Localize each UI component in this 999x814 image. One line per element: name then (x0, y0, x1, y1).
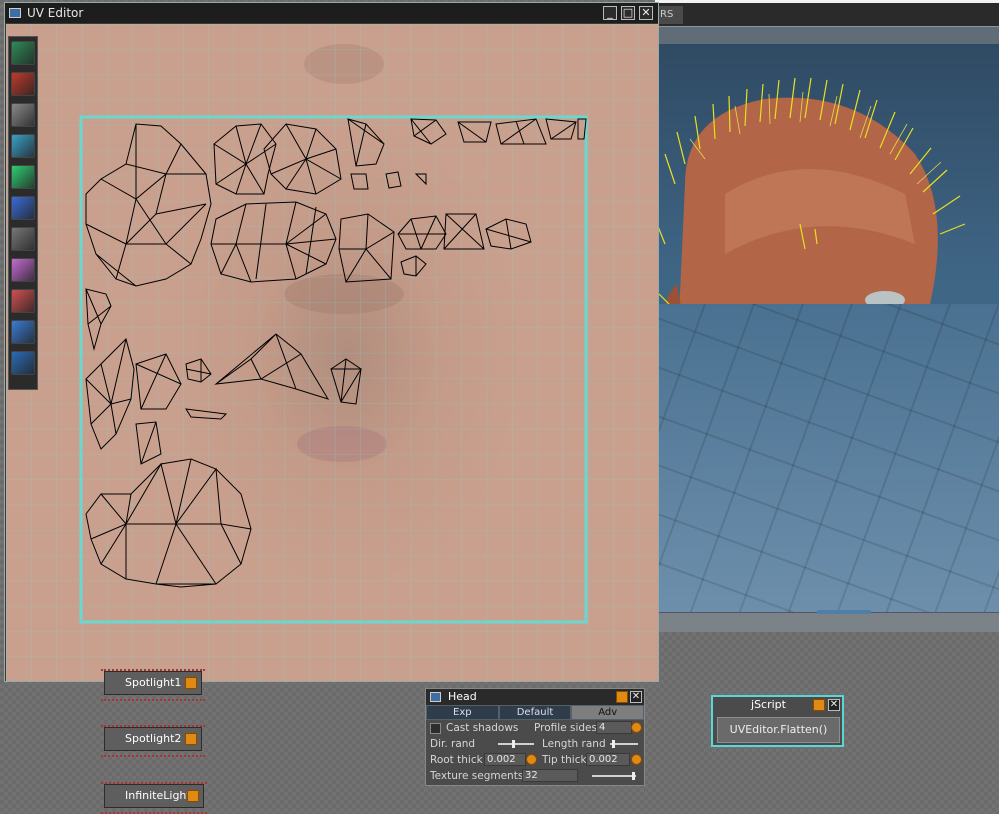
floor-grid (655, 304, 999, 612)
tab-adv[interactable]: Adv (571, 705, 645, 720)
row-texture-segments: Texture segments 32 (426, 768, 644, 784)
arrow-tool-icon[interactable] (11, 320, 35, 344)
jscript-title: jScript (751, 698, 786, 711)
profile-sides-field[interactable]: 4 (596, 721, 632, 734)
row-rand: Dir. rand Length rand (426, 736, 644, 752)
relax-tool-icon[interactable] (11, 165, 35, 189)
cast-shadows-label: Cast shadows (446, 722, 519, 734)
panel-icon (430, 692, 441, 702)
maximize-button[interactable]: □ (621, 6, 635, 20)
node-output-port[interactable] (185, 733, 197, 745)
timeline-marker[interactable] (817, 610, 871, 614)
dir-rand-label: Dir. rand (430, 738, 476, 750)
viewport-statusbar (655, 610, 999, 632)
node-spotlight1[interactable]: Spotlight1 (101, 669, 205, 701)
node-label: InfiniteLight (125, 789, 191, 802)
profile-sides-spinner[interactable] (631, 722, 642, 733)
texture-segments-slider[interactable] (592, 772, 636, 780)
length-rand-label: Length rand (542, 738, 606, 750)
head-properties-panel[interactable]: Head ✕ Exp Default Adv Cast shadows Prof… (425, 688, 645, 786)
grid-tool-icon[interactable] (11, 289, 35, 313)
viewport-toolbar (655, 26, 999, 44)
jscript-close-button[interactable]: ✕ (828, 699, 840, 711)
select-tool-icon[interactable] (11, 41, 35, 65)
menu-strip (655, 0, 999, 3)
tip-thick-label: Tip thick (542, 754, 587, 766)
jscript-titlebar[interactable]: jScript ✕ (713, 697, 842, 713)
checker-tool-icon[interactable] (11, 196, 35, 220)
minimize-button[interactable]: _ (603, 6, 617, 20)
head-panel-title: Head (448, 690, 477, 703)
tip-thick-field[interactable]: 0.002 (586, 753, 630, 766)
profile-sides-label: Profile sides (534, 722, 597, 734)
panel-close-button[interactable]: ✕ (630, 691, 642, 703)
tab-exp[interactable]: Exp (426, 705, 499, 720)
viewport-header: RS (655, 0, 999, 44)
row-thickness: Root thick 0.002 Tip thick 0.002 (426, 752, 644, 768)
tip-thick-spinner[interactable] (631, 754, 642, 765)
undo-tool-icon[interactable] (11, 351, 35, 375)
pen-tool-icon[interactable] (11, 134, 35, 158)
close-button[interactable]: ✕ (639, 6, 653, 20)
window-icon (9, 8, 21, 18)
uv-toolbar (8, 36, 38, 390)
root-thick-spinner[interactable] (526, 754, 537, 765)
node-label: Spotlight1 (125, 676, 182, 689)
row-cast-shadows: Cast shadows Profile sides 4 (426, 720, 644, 736)
texture-segments-field[interactable]: 32 (522, 769, 578, 782)
node-label: Spotlight2 (125, 732, 182, 745)
uv-editor-title: UV Editor (27, 6, 84, 20)
sphere-tool-icon[interactable] (11, 103, 35, 127)
panel-tabs: Exp Default Adv (426, 705, 645, 720)
node-output-port[interactable] (187, 790, 199, 802)
texture-segments-label: Texture segments (430, 770, 524, 782)
root-thick-field[interactable]: 0.002 (484, 753, 526, 766)
slider-handle[interactable] (512, 740, 515, 748)
cast-shadows-checkbox[interactable] (430, 723, 441, 734)
slider-handle[interactable] (612, 740, 615, 748)
jscript-output-port[interactable] (813, 699, 825, 711)
jscript-node[interactable]: jScript ✕ UVEditor.Flatten() (711, 695, 844, 747)
panel-output-port[interactable] (616, 691, 628, 703)
texture-tool-icon[interactable] (11, 258, 35, 282)
3d-viewport[interactable] (655, 44, 999, 612)
tab-default[interactable]: Default (498, 705, 572, 720)
node-infinitelight[interactable]: InfiniteLight (101, 782, 207, 814)
root-thick-label: Root thick (430, 754, 483, 766)
node-output-port[interactable] (185, 677, 197, 689)
slider-handle[interactable] (632, 772, 635, 780)
viewport-tab[interactable]: RS (657, 6, 683, 24)
head-panel-titlebar[interactable]: Head ✕ (426, 689, 644, 705)
length-rand-slider[interactable] (610, 740, 638, 748)
uv-canvas-svg (6, 24, 658, 681)
move-tool-icon[interactable] (11, 72, 35, 96)
dir-rand-slider[interactable] (498, 740, 534, 748)
pin-tool-icon[interactable] (11, 227, 35, 251)
uv-editor-titlebar[interactable]: UV Editor _ □ ✕ (5, 3, 658, 23)
uv-editor-window[interactable]: UV Editor _ □ ✕ (4, 2, 659, 682)
node-spotlight2[interactable]: Spotlight2 (101, 725, 205, 757)
run-script-button[interactable]: UVEditor.Flatten() (717, 717, 840, 743)
uv-canvas[interactable] (6, 24, 658, 681)
